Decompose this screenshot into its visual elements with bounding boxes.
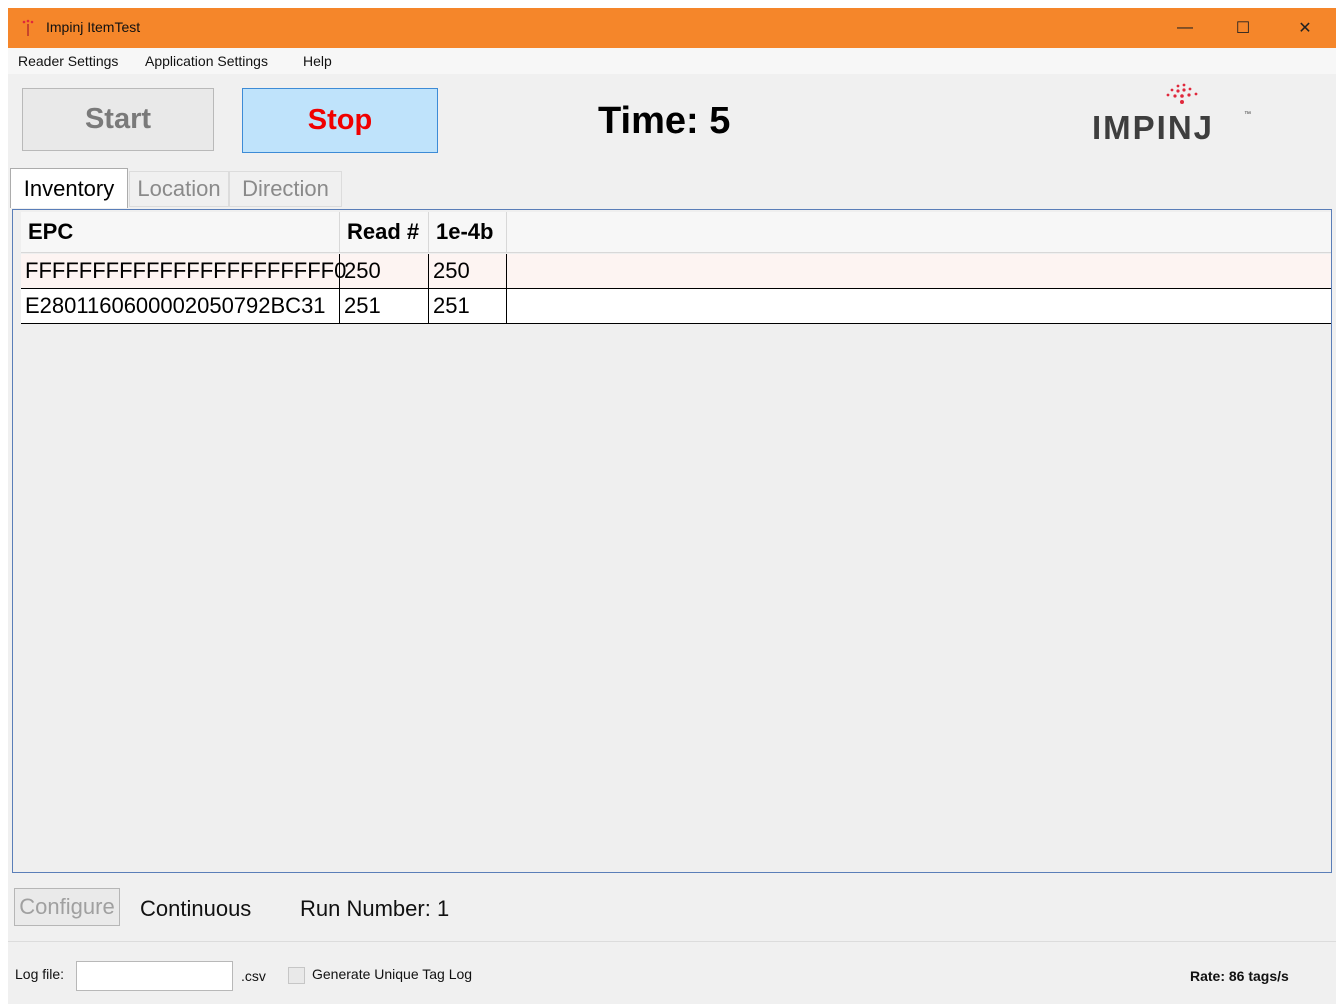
column-header-read-count[interactable]: Read # xyxy=(340,212,428,252)
table-row[interactable]: E2801160600002050792BC31 251 251 xyxy=(21,289,1331,324)
inventory-panel: EPC Read # 1e-4b FFFFFFFFFFFFFFFFFFFFFFF… xyxy=(12,209,1332,873)
epc-cell: FFFFFFFFFFFFFFFFFFFFFFF0 xyxy=(25,258,347,283)
menu-help[interactable]: Help xyxy=(303,53,332,69)
run-number-label: Run Number: 1 xyxy=(300,896,450,921)
csv-extension-label: .csv xyxy=(241,968,266,984)
read-count-cell: 250 xyxy=(344,258,381,283)
close-icon: ✕ xyxy=(1298,20,1312,37)
menu-reader-settings[interactable]: Reader Settings xyxy=(18,53,118,69)
impinj-logo: IMPINJ ™ xyxy=(1088,83,1268,153)
start-button[interactable]: Start xyxy=(22,88,214,151)
table-row[interactable]: FFFFFFFFFFFFFFFFFFFFFFF0 250 250 xyxy=(21,254,1331,289)
app-window: Impinj ItemTest — ☐ ✕ Reader Settings Ap… xyxy=(8,8,1336,1004)
title-bar[interactable]: Impinj ItemTest — ☐ ✕ xyxy=(8,8,1336,48)
logo-trademark: ™ xyxy=(1244,111,1251,118)
minimize-icon: — xyxy=(1177,19,1193,36)
column-divider[interactable] xyxy=(506,212,507,252)
tab-inventory[interactable]: Inventory xyxy=(10,168,128,208)
configure-button[interactable]: Configure xyxy=(14,888,120,926)
mode-label: Continuous xyxy=(140,896,252,921)
column-header-epc[interactable]: EPC xyxy=(21,212,339,252)
unique-tag-log-label[interactable]: Generate Unique Tag Log xyxy=(312,966,472,982)
1e-4b-cell: 251 xyxy=(433,293,470,318)
log-file-input[interactable] xyxy=(76,961,233,991)
read-rate-label: Rate: 86 tags/s xyxy=(1190,968,1289,984)
cell-divider xyxy=(506,289,507,323)
read-count-cell: 251 xyxy=(344,293,381,318)
epc-cell: E2801160600002050792BC31 xyxy=(25,293,326,318)
maximize-button[interactable]: ☐ xyxy=(1214,8,1272,48)
window-title: Impinj ItemTest xyxy=(46,19,141,35)
log-file-label: Log file: xyxy=(15,966,65,982)
time-display: Time: 5 xyxy=(598,100,731,142)
close-button[interactable]: ✕ xyxy=(1276,8,1334,48)
tab-direction[interactable]: Direction xyxy=(229,171,342,207)
minimize-button[interactable]: — xyxy=(1156,8,1214,48)
grid-header: EPC Read # 1e-4b xyxy=(21,212,1331,253)
1e-4b-cell: 250 xyxy=(433,258,470,283)
tab-location[interactable]: Location xyxy=(129,171,229,207)
cell-divider xyxy=(506,254,507,288)
maximize-icon: ☐ xyxy=(1235,20,1251,37)
unique-tag-log-checkbox[interactable] xyxy=(288,967,305,984)
app-icon xyxy=(22,19,34,36)
menu-bar: Reader Settings Application Settings Hel… xyxy=(8,48,1336,74)
column-header-1e-4b[interactable]: 1e-4b xyxy=(429,212,506,252)
logo-text: IMPINJ xyxy=(1092,109,1215,146)
stop-button[interactable]: Stop xyxy=(242,88,438,153)
menu-application-settings[interactable]: Application Settings xyxy=(145,53,268,69)
